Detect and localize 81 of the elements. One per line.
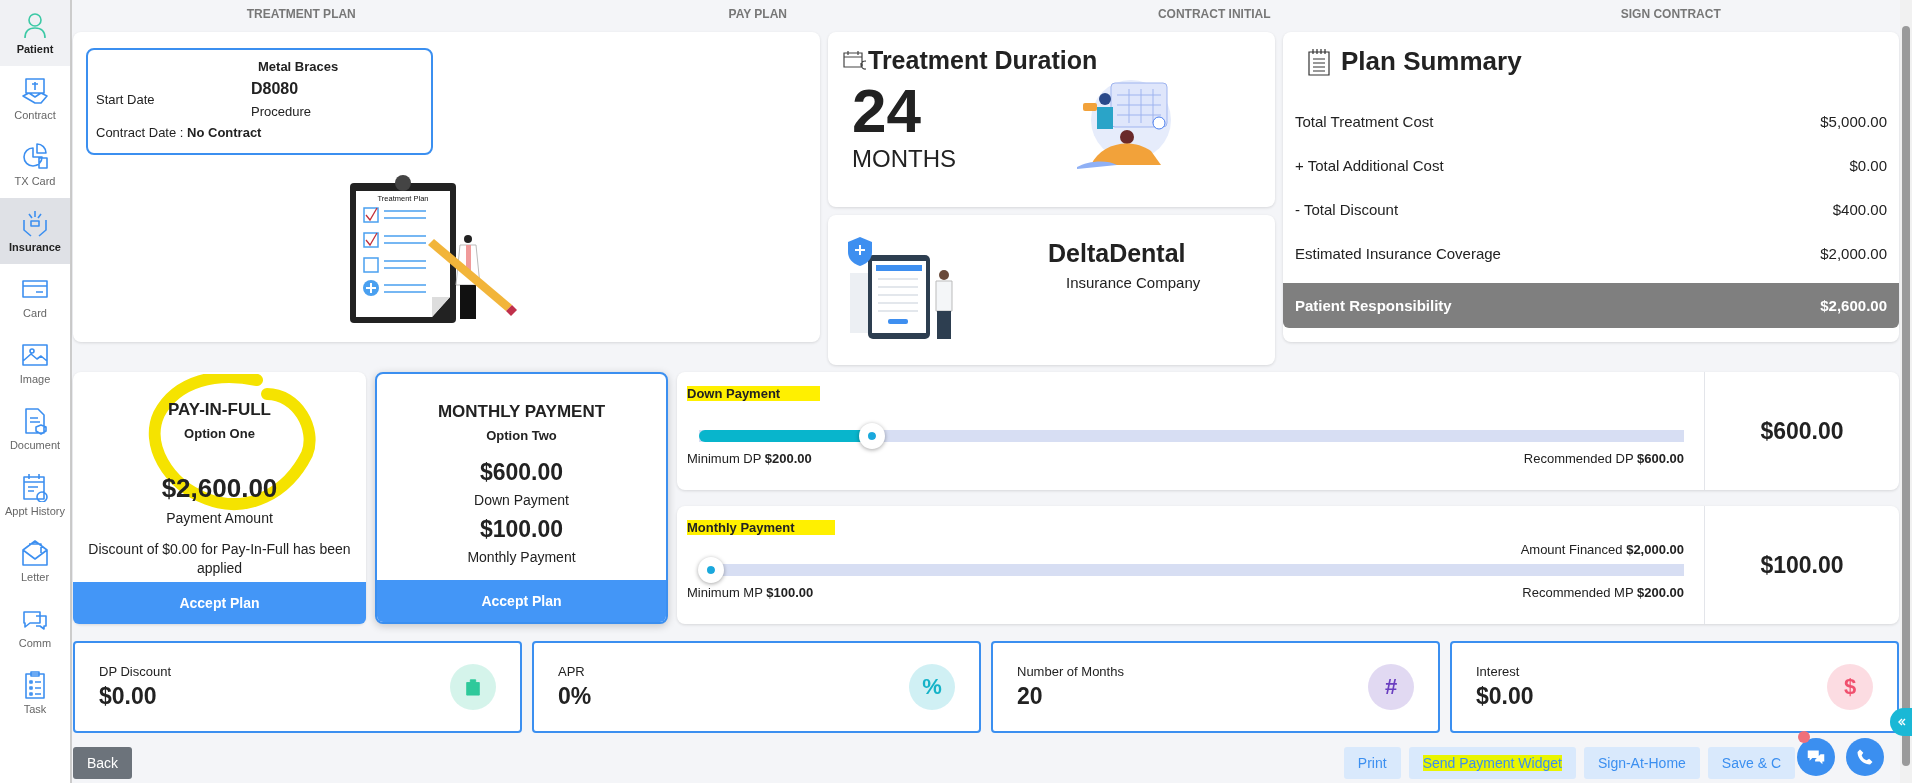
step-label[interactable]: TREATMENT PLAN (246, 7, 356, 21)
payment-option-card[interactable]: MONTHLY PAYMENT Option Two $600.00 Down Payment $100.00 Monthly Payment Accept Plan (375, 372, 668, 624)
stat-label: APR (558, 664, 586, 679)
amount-label: Down Payment (474, 492, 569, 508)
summary-value: $2,000.00 (1820, 244, 1887, 262)
card-title: Plan Summary (1341, 46, 1522, 77)
recommended-label: Recommended MP $200.00 (1522, 585, 1684, 600)
stat-icon: $ (1827, 664, 1873, 710)
slider-title: Monthly Payment (687, 520, 835, 535)
calendar-clock-icon (842, 48, 866, 73)
sidebar-item[interactable]: Document (0, 396, 70, 462)
stat-value: 20 (1017, 683, 1044, 710)
slider-title: Down Payment (687, 386, 821, 401)
amount-value: $100.00 (479, 516, 564, 543)
step-label[interactable]: CONTRACT INITIAL (1157, 7, 1271, 21)
summary-value: $0.00 (1849, 156, 1887, 174)
summary-value: $5,000.00 (1820, 112, 1887, 130)
slider-value: $100.00 (1760, 551, 1844, 579)
option-subtitle: Option Two (486, 428, 557, 443)
phone-icon (1855, 747, 1875, 767)
duration-unit: MONTHS (852, 145, 956, 173)
envelope-icon (20, 538, 50, 568)
chat-button[interactable] (1797, 738, 1835, 776)
amount-financed: Amount Financed $2,000.00 (1520, 542, 1684, 557)
contract-date: Contract Date : No Contract (96, 124, 263, 140)
stat-label: DP Discount (99, 664, 171, 679)
notification-dot (1798, 731, 1810, 743)
start-date-label: Start Date (96, 91, 156, 107)
procedure-label: Procedure (251, 103, 312, 119)
slider-value: $600.00 (1760, 417, 1844, 445)
procedure-code: D8080 (251, 80, 300, 98)
collapse-tab[interactable] (1890, 708, 1912, 736)
summary-label: - Total Discount (1295, 200, 1399, 218)
sidebar-item[interactable]: Card (0, 264, 70, 330)
recommended-label: Recommended DP $600.00 (1523, 451, 1684, 466)
stat-icon: # (1368, 664, 1414, 710)
sidebar-item[interactable]: Patient (0, 0, 70, 66)
summary-label: Total Treatment Cost (1295, 112, 1434, 130)
option-title: PAY-IN-FULL (168, 400, 271, 420)
sidebar-item[interactable]: Appt History (0, 462, 70, 528)
minimum-label: Minimum MP $100.00 (687, 585, 814, 600)
card-title: Treatment Duration (868, 46, 1098, 75)
double-chevron-icon (1896, 717, 1906, 727)
hands-icon (20, 208, 50, 238)
step-label[interactable]: PAY PLAN (728, 7, 787, 21)
total-label: Patient Responsibility (1295, 297, 1452, 314)
sidebar-item[interactable]: Contract (0, 66, 70, 132)
notepad-icon (1307, 47, 1331, 76)
back-button[interactable]: Back (73, 747, 133, 779)
sidebar-item[interactable]: Task (0, 660, 70, 726)
stat-label: Number of Months (1017, 664, 1124, 679)
stat-value: 0% (558, 683, 592, 710)
total-value: $2,600.00 (1820, 297, 1887, 314)
amount-label: Payment Amount (166, 510, 273, 526)
sidebar-item[interactable]: Letter (0, 528, 70, 594)
sidebar-item[interactable]: TX Card (0, 132, 70, 198)
minimum-label: Minimum DP $200.00 (687, 451, 812, 466)
calendar-check-icon (20, 472, 50, 502)
stat-value: $0.00 (99, 683, 158, 710)
sidebar-item[interactable]: Comm (0, 594, 70, 660)
pie-chart-icon (20, 142, 50, 172)
sidebar-item[interactable]: Image (0, 330, 70, 396)
option-title: MONTHLY PAYMENT (437, 402, 606, 422)
summary-label: + Total Additional Cost (1295, 156, 1444, 174)
stat-icon: % (909, 664, 955, 710)
step-label[interactable]: SIGN CONTRACT (1620, 7, 1721, 21)
procedure-name: Metal Braces (258, 58, 340, 74)
phone-button[interactable] (1846, 738, 1884, 776)
amount-label: Monthly Payment (467, 549, 576, 565)
insurance-company-name: DeltaDental (1048, 239, 1187, 268)
duration-value: 24 (852, 77, 922, 145)
summary-value: $400.00 (1832, 200, 1887, 218)
insurance-company-label: Insurance Company (1066, 274, 1201, 291)
sidebar-item[interactable]: Insurance (0, 198, 70, 264)
scrollbar[interactable] (1900, 0, 1912, 783)
amount-value: $600.00 (479, 459, 564, 486)
summary-label: Estimated Insurance Coverage (1295, 244, 1501, 262)
stat-label: Interest (1476, 664, 1521, 679)
stat-value: $0.00 (1476, 683, 1534, 710)
discount-note: Discount of $0.00 for Pay-In-Full has been applied (87, 540, 352, 578)
option-subtitle: Option One (184, 426, 255, 441)
